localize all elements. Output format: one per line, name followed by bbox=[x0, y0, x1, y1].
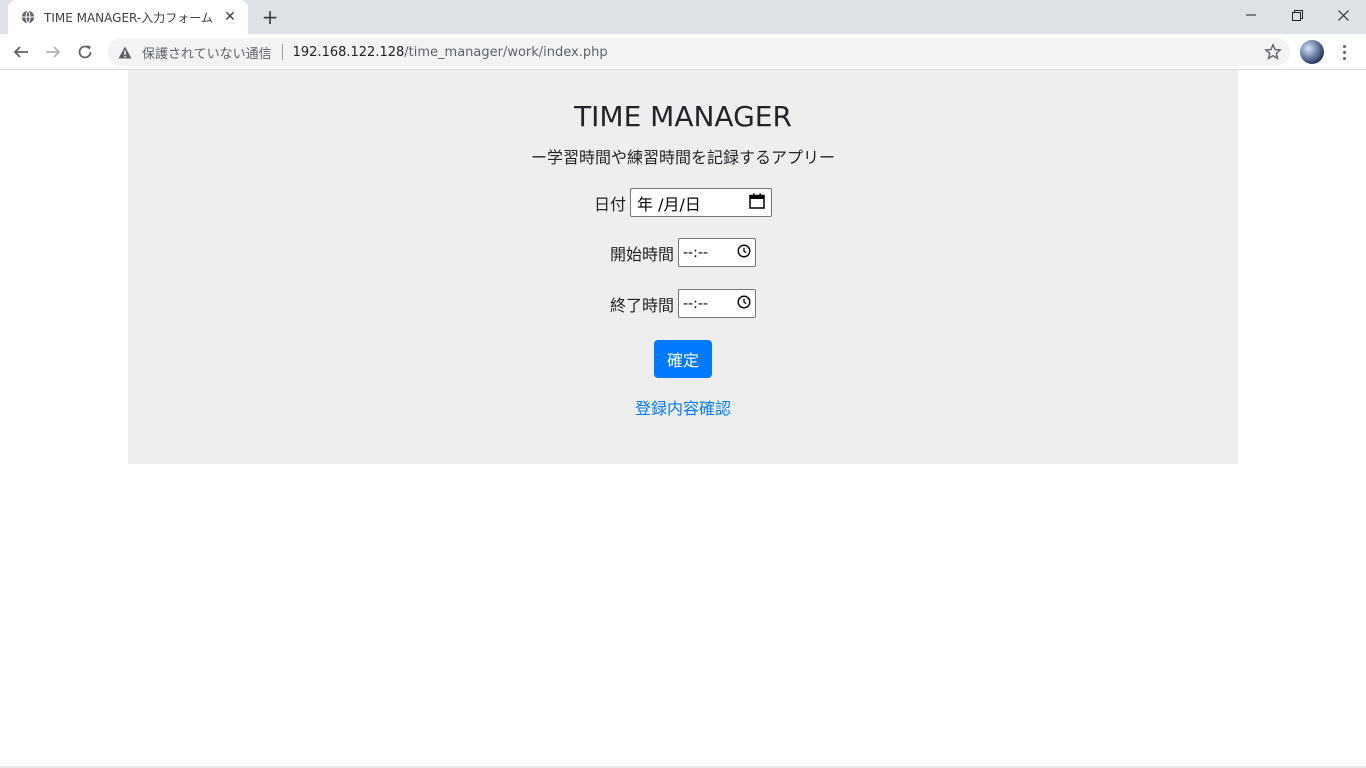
bookmark-star-icon[interactable] bbox=[1264, 43, 1282, 61]
end-time-input[interactable]: --:-- bbox=[678, 289, 756, 318]
start-time-input[interactable]: --:-- bbox=[678, 238, 756, 267]
date-row: 日付 年 /月/日 bbox=[128, 188, 1238, 217]
forward-arrow-icon[interactable] bbox=[40, 39, 66, 65]
new-tab-button[interactable]: + bbox=[258, 5, 282, 29]
end-time-row: 終了時間 --:-- bbox=[128, 289, 1238, 318]
close-window-icon[interactable] bbox=[1320, 0, 1366, 30]
tab-title: TIME MANAGER-入力フォーム bbox=[44, 10, 213, 25]
clock-icon[interactable] bbox=[737, 243, 751, 262]
url-path: /time_manager/work/index.php bbox=[404, 44, 608, 60]
page-subtitle: ー学習時間や練習時間を記録するアプリー bbox=[530, 148, 835, 167]
browser-tab[interactable]: TIME MANAGER-入力フォーム ✕ bbox=[8, 0, 248, 34]
clock-icon[interactable] bbox=[737, 294, 751, 313]
end-time-label: 終了時間 bbox=[609, 295, 674, 315]
minimize-icon[interactable] bbox=[1228, 0, 1274, 30]
calendar-icon[interactable] bbox=[749, 193, 765, 213]
warning-icon[interactable] bbox=[118, 44, 134, 60]
date-label: 日付 bbox=[593, 194, 626, 214]
more-menu-icon[interactable] bbox=[1334, 40, 1354, 64]
address-bar[interactable]: 保護されていない通信 192.168.122.128/time_manager/… bbox=[108, 38, 1290, 66]
back-arrow-icon[interactable] bbox=[8, 39, 34, 65]
restore-icon[interactable] bbox=[1274, 0, 1320, 30]
start-time-label: 開始時間 bbox=[609, 244, 674, 264]
security-status[interactable]: 保護されていない通信 bbox=[142, 43, 272, 62]
end-time-value: --:-- bbox=[683, 295, 708, 312]
globe-icon bbox=[20, 9, 36, 25]
start-time-value: --:-- bbox=[683, 244, 708, 261]
form-panel: TIME MANAGER ー学習時間や練習時間を記録するアプリー 日付 年 /月… bbox=[128, 70, 1238, 464]
date-input-value: 年 /月/日 bbox=[637, 194, 701, 214]
close-tab-icon[interactable]: ✕ bbox=[222, 9, 238, 25]
page-title: TIME MANAGER bbox=[574, 100, 792, 133]
reload-icon[interactable] bbox=[72, 39, 98, 65]
start-time-row: 開始時間 --:-- bbox=[128, 238, 1238, 267]
confirm-entries-link[interactable]: 登録内容確認 bbox=[128, 395, 1238, 419]
submit-button[interactable]: 確定 bbox=[654, 340, 712, 378]
date-input[interactable]: 年 /月/日 bbox=[630, 188, 772, 217]
profile-avatar[interactable] bbox=[1300, 40, 1324, 64]
url-host: 192.168.122.128 bbox=[292, 44, 405, 60]
tab-strip: TIME MANAGER-入力フォーム ✕ + bbox=[0, 0, 1366, 34]
address-separator bbox=[281, 44, 283, 60]
browser-toolbar: 保護されていない通信 192.168.122.128/time_manager/… bbox=[0, 34, 1366, 70]
